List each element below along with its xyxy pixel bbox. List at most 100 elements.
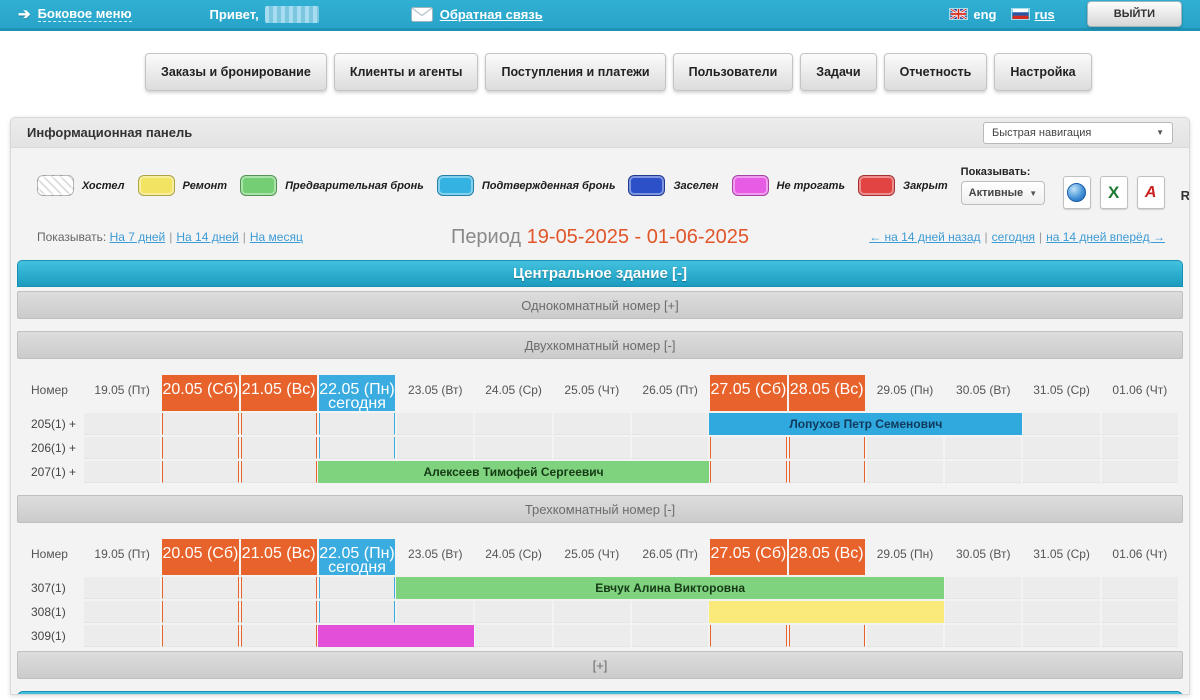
date-column[interactable]: 19.05 (Пт) (83, 375, 161, 411)
day-cell[interactable] (789, 437, 865, 459)
room-label[interactable]: 207(1) + (21, 461, 83, 483)
day-cell[interactable] (554, 601, 630, 623)
date-column[interactable]: 01.06 (Чт) (1101, 539, 1179, 575)
day-cell[interactable] (1023, 413, 1099, 435)
day-cell[interactable] (241, 601, 317, 623)
day-cell[interactable] (1023, 461, 1099, 483)
html-export-icon[interactable] (1063, 176, 1091, 209)
day-cell[interactable] (241, 577, 317, 599)
feedback-label[interactable]: Обратная связь (440, 7, 543, 22)
day-cell[interactable] (945, 437, 1021, 459)
day-cell[interactable] (397, 437, 473, 459)
date-column-weekend[interactable]: 28.05 (Вс) (789, 539, 865, 575)
day-cell[interactable] (945, 577, 1021, 599)
day-cell[interactable] (632, 437, 708, 459)
day-cell[interactable] (1023, 601, 1099, 623)
day-cell[interactable] (1023, 577, 1099, 599)
quick-nav-select[interactable]: Быстрая навигация ▼ (983, 122, 1173, 144)
room-label[interactable]: 307(1) (21, 577, 83, 599)
day-cell[interactable] (945, 601, 1021, 623)
day-cell[interactable] (162, 461, 238, 483)
booking-bar[interactable]: Лопухов Петр Семенович (709, 413, 1022, 435)
day-cell[interactable] (710, 625, 786, 647)
section-header-3[interactable]: [+] (17, 651, 1183, 679)
day-cell[interactable] (319, 601, 395, 623)
next-building-header[interactable] (17, 691, 1183, 695)
date-column[interactable]: 26.05 (Пт) (631, 375, 709, 411)
date-column[interactable]: 19.05 (Пт) (83, 539, 161, 575)
nav-tab-5[interactable]: Отчетность (884, 53, 988, 91)
lang-eng-label[interactable]: eng (973, 7, 996, 22)
day-cell[interactable] (554, 625, 630, 647)
day-cell[interactable] (475, 413, 551, 435)
section-header-0[interactable]: Однокомнатный номер [+] (17, 291, 1183, 319)
date-column-today[interactable]: 22.05 (Пн)сегодня (319, 539, 395, 575)
room-label[interactable]: 206(1) + (21, 437, 83, 459)
day-cell[interactable] (162, 437, 238, 459)
date-column-weekend[interactable]: 27.05 (Сб) (710, 375, 786, 411)
pdf-export-icon[interactable]: A (1137, 176, 1165, 209)
booking-bar[interactable] (318, 625, 475, 647)
day-cell[interactable] (84, 625, 160, 647)
nav-tab-6[interactable]: Настройка (994, 53, 1091, 91)
date-column[interactable]: 30.05 (Вт) (944, 375, 1022, 411)
day-cell[interactable] (162, 413, 238, 435)
day-cell[interactable] (319, 413, 395, 435)
lang-eng[interactable]: eng (949, 7, 996, 22)
day-cell[interactable] (867, 437, 943, 459)
day-cell[interactable] (84, 437, 160, 459)
day-cell[interactable] (162, 625, 238, 647)
day-cell[interactable] (397, 601, 473, 623)
nav-tab-0[interactable]: Заказы и бронирование (145, 53, 327, 91)
day-cell[interactable] (84, 601, 160, 623)
date-column[interactable]: 23.05 (Вт) (396, 375, 474, 411)
day-cell[interactable] (241, 413, 317, 435)
feedback-link[interactable]: Обратная связь (411, 7, 543, 22)
day-cell[interactable] (475, 437, 551, 459)
lang-rus[interactable]: rus (1011, 7, 1055, 22)
date-column[interactable]: 31.05 (Ср) (1022, 375, 1100, 411)
date-column[interactable]: 29.05 (Пн) (866, 539, 944, 575)
date-column-weekend[interactable]: 21.05 (Вс) (241, 539, 317, 575)
day-cell[interactable] (475, 601, 551, 623)
day-cell[interactable] (397, 413, 473, 435)
side-menu-toggle[interactable]: ➔ Боковое меню (18, 5, 132, 23)
day-cell[interactable] (632, 625, 708, 647)
back-14-days-link[interactable]: ← на 14 дней назад (869, 230, 980, 244)
day-cell[interactable] (632, 413, 708, 435)
date-column[interactable]: 26.05 (Пт) (631, 539, 709, 575)
date-column-weekend[interactable]: 20.05 (Сб) (162, 539, 238, 575)
day-cell[interactable] (710, 461, 786, 483)
day-cell[interactable] (1102, 461, 1178, 483)
day-cell[interactable] (1102, 601, 1178, 623)
booking-bar[interactable]: Алексеев Тимофей Сергеевич (318, 461, 709, 483)
nav-tab-2[interactable]: Поступления и платежи (485, 53, 665, 91)
day-cell[interactable] (554, 437, 630, 459)
nav-tab-4[interactable]: Задачи (800, 53, 876, 91)
excel-export-icon[interactable]: X (1100, 176, 1128, 209)
building-header[interactable]: Центральное здание [-] (17, 260, 1183, 287)
day-cell[interactable] (710, 437, 786, 459)
side-menu-label[interactable]: Боковое меню (38, 6, 132, 22)
date-column[interactable]: 31.05 (Ср) (1022, 539, 1100, 575)
day-cell[interactable] (241, 461, 317, 483)
logout-button[interactable]: ВЫЙТИ (1087, 1, 1182, 27)
day-cell[interactable] (1023, 625, 1099, 647)
day-cell[interactable] (1102, 437, 1178, 459)
date-column-weekend[interactable]: 21.05 (Вс) (241, 375, 317, 411)
section-header-1[interactable]: Двухкомнатный номер [-] (17, 331, 1183, 359)
day-cell[interactable] (867, 625, 943, 647)
active-filter-select[interactable]: Активные ▼ (961, 181, 1045, 205)
day-cell[interactable] (162, 601, 238, 623)
day-cell[interactable] (789, 461, 865, 483)
date-column[interactable]: 29.05 (Пн) (866, 375, 944, 411)
date-column[interactable]: 30.05 (Вт) (944, 539, 1022, 575)
day-cell[interactable] (1102, 413, 1178, 435)
day-cell[interactable] (84, 461, 160, 483)
day-cell[interactable] (945, 625, 1021, 647)
nav-tab-3[interactable]: Пользователи (673, 53, 794, 91)
day-cell[interactable] (84, 577, 160, 599)
day-cell[interactable] (241, 625, 317, 647)
today-link[interactable]: сегодня (992, 230, 1035, 244)
date-column[interactable]: 25.05 (Чт) (553, 539, 631, 575)
